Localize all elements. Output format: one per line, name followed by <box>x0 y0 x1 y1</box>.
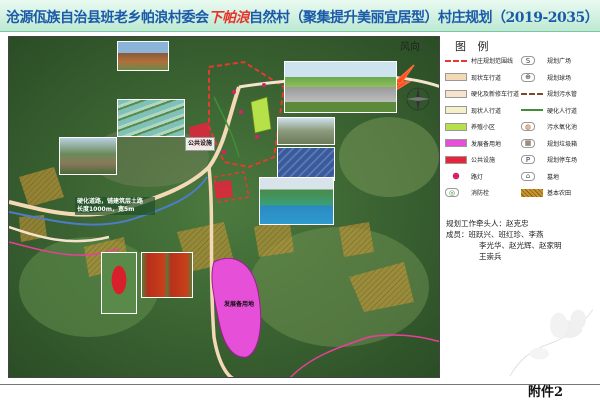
title-highlight: 下帕浪 <box>208 10 250 26</box>
legend-item: S 规划广场 <box>521 55 571 66</box>
legend-swatch-icon: P <box>521 155 535 164</box>
leader-name: 赵克忠 <box>506 219 529 228</box>
legend-item: ◎ 消防栓 <box>445 187 489 198</box>
breeding-area <box>250 96 272 134</box>
legend-item: 规划污水管 <box>521 88 577 99</box>
legend-swatch-icon: ⊕ <box>521 72 535 82</box>
members-line2: 李光华、赵光辉、赵家明 <box>479 241 562 250</box>
photo-cemetery <box>277 117 335 145</box>
title-part1: 沧源佤族自治县班老乡帕浪村委会 <box>6 10 209 26</box>
legend-item-label: 现状人行道 <box>471 107 502 115</box>
photo-solar-panels <box>277 147 335 181</box>
legend-item-label: 公共设施 <box>471 157 496 164</box>
legend-item-label: 规划污水管 <box>547 91 578 98</box>
legend-item: ◍ 污水氧化池 <box>521 121 577 132</box>
leader-line: 规划工作牵头人：赵克忠 <box>446 218 596 229</box>
legend-item-label: 发展备用地 <box>471 140 502 148</box>
legend-swatch-icon <box>445 89 467 98</box>
legend-item-label: 消防栓 <box>471 190 490 197</box>
road-note-label: 硬化道路，铺建筑层土路 长度1000m，宽5m <box>75 197 155 215</box>
legend-item: 发展备用地 <box>445 138 501 149</box>
legend-item: 现状车行道 <box>445 72 501 83</box>
footer-divider <box>0 384 600 385</box>
legend-item: 路灯 <box>445 171 483 182</box>
legend-swatch-icon <box>445 122 467 131</box>
legend-item: 公共设施 <box>445 154 495 165</box>
legend-item: 养殖小区 <box>445 121 495 132</box>
public-facility-label: 公共设施 <box>185 137 216 151</box>
members-line3: 王崇兵 <box>479 252 502 261</box>
legend-swatch-icon: ⌂ <box>521 171 535 181</box>
wind-direction-label: 风向 <box>400 42 420 53</box>
legend-item-label: 村庄规划范围线 <box>471 58 514 65</box>
members-label: 成员： <box>446 230 469 239</box>
legend-item-label: 规划垃圾箱 <box>547 140 578 148</box>
photo-sports-court <box>259 177 334 225</box>
public-facility-2 <box>214 180 233 199</box>
legend-item-label: 路灯 <box>471 173 484 181</box>
legend-item: 村庄规划范围线 <box>445 55 513 66</box>
village-plan-map[interactable]: 硬化道路，铺建筑层土路 长度1000m，宽5m 公共设施 发展备用地 <box>8 36 440 378</box>
legend-swatch-icon: ◎ <box>445 188 459 197</box>
staff-info: 规划工作牵头人：赵克忠 成员：班跃兴、班红珍、李燕 李光华、赵光辉、赵家明 王崇… <box>446 218 596 262</box>
legend-item-label: 规划广场 <box>547 58 572 65</box>
legend-item: ⌂ 墓地 <box>521 171 559 182</box>
legend-item-label: 规划球场 <box>547 74 572 82</box>
legend-item-label: 基本农田 <box>547 190 572 197</box>
legend-swatch-icon <box>445 139 467 147</box>
title-bar: 沧源佤族自治县班老乡帕浪村委会下帕浪自然村（聚集提升美丽宜居型）村庄规划（201… <box>0 0 600 32</box>
members-line1: 成员：班跃兴、班红珍、李燕 <box>446 229 596 240</box>
farmland-area <box>339 222 374 257</box>
photo-terraced-fields <box>117 99 185 137</box>
page-title: 沧源佤族自治县班老乡帕浪村委会下帕浪自然村（聚集提升美丽宜居型）村庄规划（201… <box>6 7 599 27</box>
legend-title: 图 例 <box>455 40 493 53</box>
legend-swatch-icon <box>445 155 467 164</box>
photo-village-building <box>117 41 169 71</box>
legend-item: ▦ 规划垃圾箱 <box>521 138 577 149</box>
legend-item: 硬化及新修车行道 <box>445 88 519 99</box>
photo-parking-render <box>284 61 397 113</box>
legend-item-label: 墓地 <box>547 173 560 181</box>
legend-item: 基本农田 <box>521 187 571 198</box>
dev-reserve-label: 发展备用地 <box>224 301 255 308</box>
annex-label: 附件2 <box>528 385 564 400</box>
legend-swatch-icon <box>521 188 543 197</box>
legend-swatch-icon <box>521 109 543 111</box>
title-part2: 自然村（聚集提升美丽宜居型）村庄规划（2019-2035） <box>249 10 599 26</box>
legend-item-label: 污水氧化池 <box>547 124 578 131</box>
legend-swatch-icon: ◍ <box>521 122 535 131</box>
photo-hillside-village <box>59 137 117 175</box>
legend-swatch-icon <box>445 73 467 81</box>
legend-item-label: 现状车行道 <box>471 74 502 82</box>
compass-rose-icon <box>406 87 430 111</box>
legend-item-label: 硬化人行道 <box>547 107 578 115</box>
legend-item: ⊕ 规划球场 <box>521 72 571 83</box>
legend-swatch-icon: S <box>521 56 535 65</box>
legend-swatch-icon <box>521 92 543 95</box>
legend-swatch-icon: ▦ <box>521 138 535 148</box>
legend-item-label: 规划停车场 <box>547 157 578 164</box>
decorative-flower-icon <box>509 309 594 377</box>
legend-swatch-icon <box>445 106 467 114</box>
photo-fire-hydrant <box>101 252 137 314</box>
legend-item-label: 硬化及新修车行道 <box>471 91 520 98</box>
legend-item: P 规划停车场 <box>521 154 577 165</box>
legend-item: 硬化人行道 <box>521 105 577 116</box>
legend-item-label: 养殖小区 <box>471 124 496 131</box>
leader-label: 规划工作牵头人： <box>446 219 506 228</box>
legend-swatch-icon <box>445 59 467 62</box>
photo-trash-bins <box>141 252 193 298</box>
members-names-1: 班跃兴、班红珍、李燕 <box>468 230 544 239</box>
legend-swatch-icon <box>445 172 467 180</box>
legend-item: 现状人行道 <box>445 105 501 116</box>
